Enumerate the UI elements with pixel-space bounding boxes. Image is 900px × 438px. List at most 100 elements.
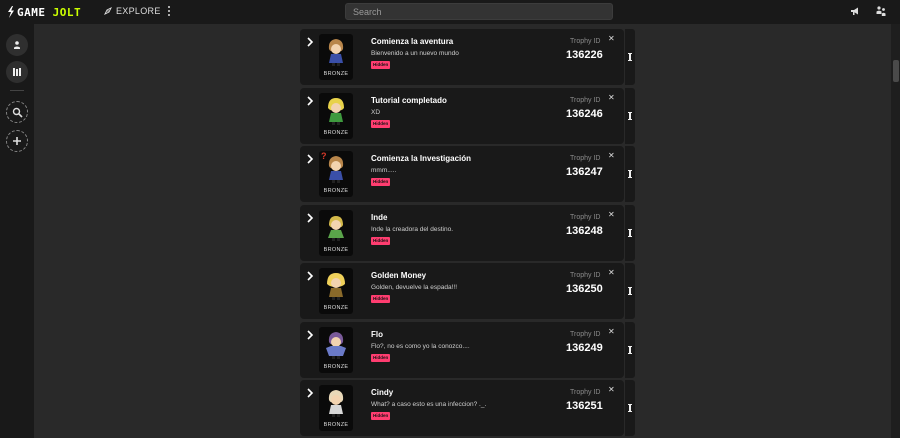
trophy-id-value: 136246 xyxy=(566,107,603,120)
drag-handle[interactable] xyxy=(625,263,635,319)
drag-handle[interactable] xyxy=(625,321,635,378)
drag-handle[interactable] xyxy=(625,87,635,144)
page-scrollbar[interactable] xyxy=(891,24,900,438)
trophy-card: BRONZE Inde Inde la creadora del destino… xyxy=(300,204,635,261)
chevron-right-icon[interactable] xyxy=(306,95,314,106)
close-icon[interactable]: ✕ xyxy=(608,152,615,160)
chevron-right-icon[interactable] xyxy=(306,271,314,281)
trophy-card-body: BRONZE Cindy What? a caso esto es una in… xyxy=(300,380,624,436)
hidden-badge: Hidden xyxy=(371,412,391,420)
tier-label: BRONZE xyxy=(323,71,349,77)
megaphone-icon[interactable] xyxy=(849,5,861,17)
close-icon[interactable]: ✕ xyxy=(608,35,615,43)
sidebar-notifications-button[interactable] xyxy=(6,34,28,56)
trophy-id-value: 136249 xyxy=(566,341,603,354)
trophy-description: Golden, devuelve la espada!!! xyxy=(371,284,458,291)
trophy-card: ? BRONZE Comienza la Investigación mmm..… xyxy=(300,146,635,202)
search-input[interactable] xyxy=(345,3,613,20)
explore-link[interactable]: EXPLORE xyxy=(104,6,161,16)
trophy-title: Comienza la Investigación xyxy=(371,154,472,163)
character-sprite-icon xyxy=(328,97,344,125)
trophy-description: XD xyxy=(371,108,381,116)
close-icon[interactable]: ✕ xyxy=(608,210,615,219)
trophy-title: Cindy xyxy=(371,388,394,397)
explore-label: EXPLORE xyxy=(116,6,161,16)
tier-label: BRONZE xyxy=(323,363,349,370)
page-scrollbar-thumb[interactable] xyxy=(893,60,899,82)
tier-label: BRONZE xyxy=(323,246,349,253)
hidden-badge: Hidden xyxy=(371,61,391,69)
trophy-title: Inde xyxy=(371,212,388,222)
character-sprite-icon xyxy=(328,39,344,66)
drag-handle[interactable] xyxy=(625,380,635,436)
trophy-description: Flo?, no es como yo la conozco.... xyxy=(371,342,470,350)
trophy-description: mmm..... xyxy=(371,167,397,174)
drag-handle-icon xyxy=(628,404,632,412)
trophy-thumbnail: BRONZE xyxy=(319,92,353,139)
top-navbar: GAME JOLT EXPLORE xyxy=(0,0,900,24)
trophy-id-label: Trophy ID xyxy=(570,96,601,104)
drag-handle[interactable] xyxy=(625,146,635,202)
drag-handle-icon xyxy=(628,170,632,178)
hidden-badge: Hidden xyxy=(371,178,391,186)
close-icon[interactable]: ✕ xyxy=(608,269,615,277)
trophy-card-body: BRONZE Tutorial completado XD Hidden Tro… xyxy=(300,87,624,144)
trophy-id-label: Trophy ID xyxy=(570,330,601,338)
trophy-title: Flo xyxy=(371,329,383,339)
trophy-card: BRONZE Golden Money Golden, devuelve la … xyxy=(300,263,635,319)
close-icon[interactable]: ✕ xyxy=(608,93,615,102)
trophy-card-body: BRONZE Inde Inde la creadora del destino… xyxy=(300,204,624,261)
drag-handle-icon xyxy=(628,111,632,120)
sidebar-library-button[interactable] xyxy=(6,61,28,83)
trophy-title: Golden Money xyxy=(371,271,427,280)
chevron-right-icon[interactable] xyxy=(306,388,314,398)
logo-wordmark: GAME JOLT xyxy=(17,5,82,19)
trophy-thumbnail: BRONZE xyxy=(319,34,353,80)
tier-label: BRONZE xyxy=(323,188,349,194)
trophy-card: BRONZE Comienza la aventura Bienvenido a… xyxy=(300,29,635,85)
chevron-right-icon[interactable] xyxy=(306,329,314,340)
hidden-badge: Hidden xyxy=(371,119,391,128)
trophy-id-label: Trophy ID xyxy=(570,38,601,45)
close-icon[interactable]: ✕ xyxy=(608,327,615,336)
drag-handle-icon xyxy=(628,228,632,237)
trophy-id-value: 136250 xyxy=(566,283,603,295)
bolt-icon xyxy=(8,6,14,18)
trophy-title: Tutorial completado xyxy=(371,95,447,105)
trophy-id-label: Trophy ID xyxy=(570,155,601,162)
library-icon xyxy=(13,68,21,76)
search-icon xyxy=(12,107,23,118)
gamejolt-logo[interactable]: GAME JOLT xyxy=(7,5,81,19)
trophy-thumbnail: BRONZE xyxy=(319,385,353,431)
trophy-id-label: Trophy ID xyxy=(570,272,601,279)
hidden-badge: Hidden xyxy=(371,353,391,362)
trophy-id-value: 136251 xyxy=(566,400,603,412)
sidebar-add-button[interactable] xyxy=(6,130,28,152)
plus-icon xyxy=(13,137,21,145)
chevron-right-icon[interactable] xyxy=(306,37,314,47)
trophy-card: BRONZE Tutorial completado XD Hidden Tro… xyxy=(300,87,635,144)
tier-label: BRONZE xyxy=(323,129,349,136)
drag-handle[interactable] xyxy=(625,29,635,85)
tier-label: BRONZE xyxy=(323,422,349,428)
drag-handle-icon xyxy=(628,345,632,354)
close-icon[interactable]: ✕ xyxy=(608,386,615,394)
trophy-description: Inde la creadora del destino. xyxy=(371,225,454,233)
people-icon[interactable] xyxy=(875,5,887,17)
trophy-card: BRONZE Flo Flo?, no es como yo la conozc… xyxy=(300,321,635,378)
more-menu-button[interactable] xyxy=(166,4,172,18)
chevron-right-icon[interactable] xyxy=(306,154,314,164)
left-sidebar xyxy=(0,24,34,438)
trophy-card-body: BRONZE Golden Money Golden, devuelve la … xyxy=(300,263,624,319)
trophy-description: What? a caso esto es una infeccion? ._. xyxy=(371,401,487,408)
chevron-right-icon[interactable] xyxy=(306,212,314,223)
character-sprite-icon xyxy=(326,331,346,359)
drag-handle[interactable] xyxy=(625,204,635,261)
tier-label: BRONZE xyxy=(323,305,349,311)
trophy-thumbnail: BRONZE xyxy=(319,268,353,314)
character-sprite-icon xyxy=(328,390,344,417)
trophy-thumbnail: BRONZE xyxy=(319,209,353,256)
trophy-thumbnail: ? BRONZE xyxy=(319,151,353,197)
sidebar-search-button[interactable] xyxy=(6,101,28,123)
character-sprite-icon xyxy=(328,215,344,241)
